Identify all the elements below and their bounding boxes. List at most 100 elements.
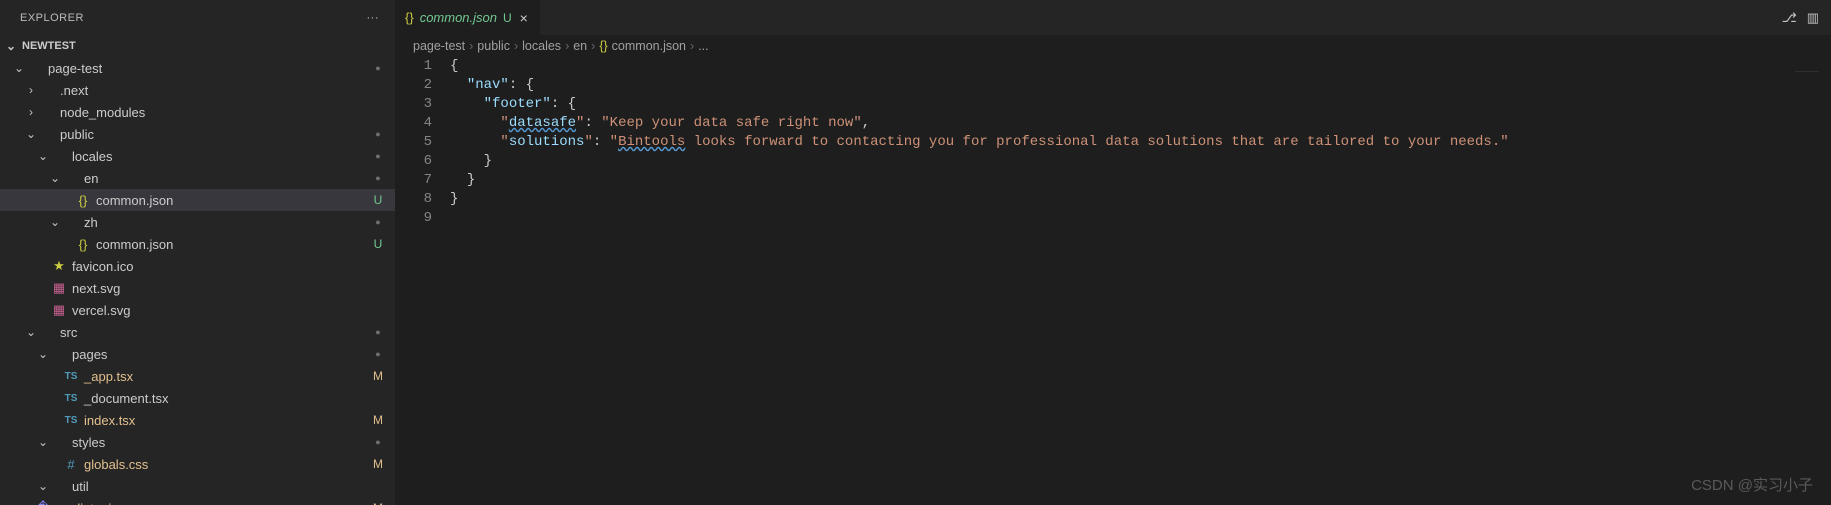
tree-item-en[interactable]: ⌄ en● — [0, 167, 395, 189]
status-badge: U — [371, 237, 385, 251]
tree-item-common-json[interactable]: {} common.jsonU — [0, 189, 395, 211]
ic-json-icon: {} — [74, 193, 92, 208]
tab-bar: {} common.json U × ⎇ ▥ — [395, 0, 1831, 35]
file-label: pages — [72, 347, 371, 362]
project-header[interactable]: ⌄ NEWTEST — [0, 35, 395, 57]
file-tree: ⌄page-test●›.next›node_modules⌄public●⌄l… — [0, 57, 395, 505]
file-label: en — [84, 171, 371, 186]
explorer-sidebar: EXPLORER ··· ⌄ NEWTEST ⌄page-test●›.next… — [0, 0, 395, 505]
line-number: 9 — [395, 209, 432, 228]
status-badge: ● — [371, 437, 385, 447]
breadcrumb-item[interactable]: public — [477, 39, 510, 53]
tree-item-favicon-ico[interactable]: ★favicon.ico — [0, 255, 395, 277]
file-label: common.json — [96, 193, 371, 208]
tab-label: common.json — [420, 10, 497, 25]
compare-icon[interactable]: ⎇ — [1782, 10, 1797, 26]
line-number: 3 — [395, 95, 432, 114]
breadcrumb-item[interactable]: common.json — [612, 39, 686, 53]
ic-eslint-icon: �◑ — [38, 500, 56, 505]
status-badge: U — [371, 193, 385, 207]
file-label: .next — [60, 83, 385, 98]
status-badge: ● — [371, 63, 385, 73]
split-editor-icon[interactable]: ▥ — [1807, 10, 1819, 26]
file-label: index.tsx — [84, 413, 371, 428]
explorer-title: EXPLORER — [20, 12, 84, 24]
tree-item--document-tsx[interactable]: TS _document.tsx — [0, 387, 395, 409]
file-label: .eslintrc.json — [60, 501, 371, 505]
status-badge: M — [371, 369, 385, 383]
file-label: next.svg — [72, 281, 385, 296]
breadcrumb-item[interactable]: ... — [698, 39, 708, 53]
minimap-watermark: ———— — [1795, 63, 1819, 82]
ic-hash-icon: # — [62, 457, 80, 472]
code-content[interactable]: ———— { "nav": { "footer": { "datasafe": … — [450, 57, 1831, 505]
chevron-down-icon: ⌄ — [48, 215, 62, 229]
line-number: 2 — [395, 76, 432, 95]
tree-item-vercel-svg[interactable]: ▦vercel.svg — [0, 299, 395, 321]
chevron-down-icon: ⌄ — [36, 479, 50, 493]
tree-item-public[interactable]: ⌄ public● — [0, 123, 395, 145]
file-label: locales — [72, 149, 371, 164]
tab-common-json[interactable]: {} common.json U × — [395, 0, 541, 35]
code-editor[interactable]: 123456789 ———— { "nav": { "footer": { "d… — [395, 57, 1831, 505]
file-label: zh — [84, 215, 371, 230]
ic-ts-icon: TS — [62, 371, 80, 382]
tree-item--eslintrc-json[interactable]: �◑ .eslintrc.jsonM — [0, 497, 395, 505]
file-label: _document.tsx — [84, 391, 385, 406]
status-badge: ● — [371, 217, 385, 227]
tree-item--app-tsx[interactable]: TS_app.tsxM — [0, 365, 395, 387]
json-icon: {} — [405, 10, 414, 25]
tree-item-src[interactable]: ⌄ src● — [0, 321, 395, 343]
tree-item-util[interactable]: ⌄ util — [0, 475, 395, 497]
line-number: 8 — [395, 190, 432, 209]
chevron-down-icon: ⌄ — [4, 39, 18, 53]
breadcrumb[interactable]: page-test› public› locales› en› {} commo… — [395, 35, 1831, 57]
ic-json-icon: {} — [74, 237, 92, 252]
file-label: vercel.svg — [72, 303, 385, 318]
tab-actions: ⎇ ▥ — [1770, 0, 1831, 35]
more-icon[interactable]: ··· — [363, 10, 384, 26]
tree-item-page-test[interactable]: ⌄ page-test● — [0, 57, 395, 79]
close-icon[interactable]: × — [518, 10, 530, 26]
tree-item-common-json[interactable]: {} common.jsonU — [0, 233, 395, 255]
chevron-down-icon: ⌄ — [48, 171, 62, 185]
chevron-down-icon: ⌄ — [12, 61, 26, 75]
ic-svg-icon: ▦ — [50, 280, 68, 296]
tree-item-zh[interactable]: ⌄ zh● — [0, 211, 395, 233]
tree-item--next[interactable]: ›.next — [0, 79, 395, 101]
file-label: styles — [72, 435, 371, 450]
project-name: NEWTEST — [22, 40, 76, 52]
file-label: src — [60, 325, 371, 340]
ic-ts-icon: TS — [62, 415, 80, 426]
tree-item-globals-css[interactable]: #globals.cssM — [0, 453, 395, 475]
json-icon: {} — [599, 39, 607, 53]
chevron-down-icon: ⌄ — [24, 127, 38, 141]
status-badge: ● — [371, 129, 385, 139]
tree-item-node-modules[interactable]: ›node_modules — [0, 101, 395, 123]
file-label: common.json — [96, 237, 371, 252]
tree-item-next-svg[interactable]: ▦ next.svg — [0, 277, 395, 299]
tree-item-styles[interactable]: ⌄ styles● — [0, 431, 395, 453]
file-label: public — [60, 127, 371, 142]
status-badge: ● — [371, 349, 385, 359]
status-badge: ● — [371, 327, 385, 337]
file-label: page-test — [48, 61, 371, 76]
tree-item-pages[interactable]: ⌄ pages● — [0, 343, 395, 365]
line-gutter: 123456789 — [395, 57, 450, 505]
tree-item-locales[interactable]: ⌄locales● — [0, 145, 395, 167]
breadcrumb-item[interactable]: locales — [522, 39, 561, 53]
ic-ts-icon: TS — [62, 393, 80, 404]
chevron-down-icon: ⌄ — [36, 347, 50, 361]
line-number: 1 — [395, 57, 432, 76]
chevron-down-icon: ⌄ — [36, 435, 50, 449]
file-label: util — [72, 479, 385, 494]
status-badge: ● — [371, 173, 385, 183]
line-number: 7 — [395, 171, 432, 190]
breadcrumb-item[interactable]: page-test — [413, 39, 465, 53]
breadcrumb-item[interactable]: en — [573, 39, 587, 53]
line-number: 5 — [395, 133, 432, 152]
status-badge: M — [371, 413, 385, 427]
tree-item-index-tsx[interactable]: TS index.tsxM — [0, 409, 395, 431]
chevron-down-icon: ⌄ — [24, 325, 38, 339]
status-badge: M — [371, 501, 385, 505]
